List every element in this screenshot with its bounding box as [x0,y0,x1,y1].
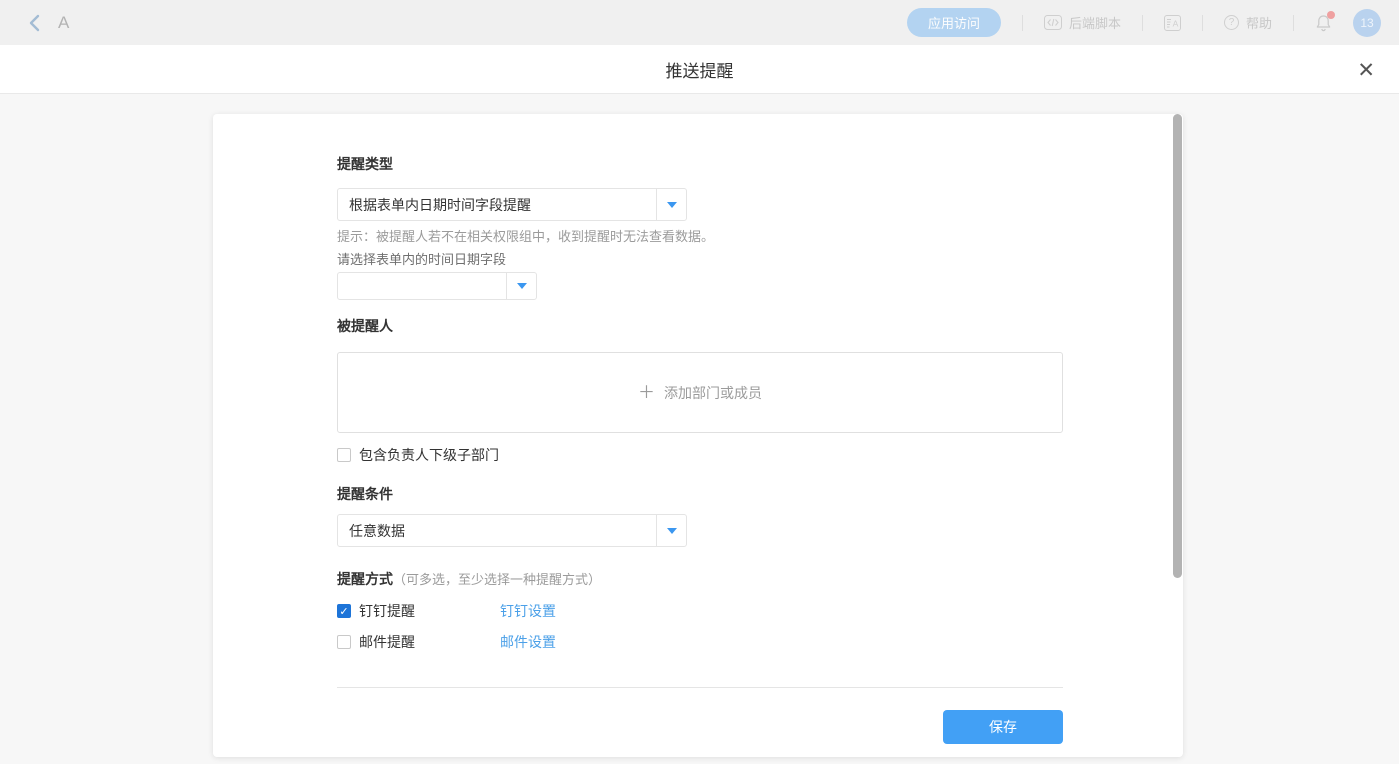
footer-divider [337,687,1063,688]
code-icon [1044,15,1062,30]
date-field-select[interactable] [337,272,537,300]
settings-card: 提醒类型 根据表单内日期时间字段提醒 提示：被提醒人若不在相关权限组中，收到提醒… [213,114,1183,757]
method-label: 提醒方式 [337,569,393,589]
topbar-divider [1142,15,1143,31]
method-header: 提醒方式 （可多选，至少选择一种提醒方式） [337,569,1063,589]
chevron-down-icon [667,528,677,534]
method-option-email: ✓ 邮件提醒 邮件设置 [337,632,1063,652]
condition-label: 提醒条件 [337,484,1063,504]
condition-arrow[interactable] [656,515,686,546]
scrollbar-thumb[interactable] [1173,114,1182,578]
push-reminder-settings-page: { "topbar": { "app_initial": "A", "app_a… [0,0,1399,764]
topbar-divider [1022,15,1023,31]
app-title: A [58,13,69,33]
footer: 保存 [337,710,1063,744]
backend-script-button[interactable]: 后端脚本 [1044,13,1121,32]
back-button[interactable] [28,14,40,32]
translate-button[interactable]: A [1164,15,1181,31]
dingtalk-label: 钉钉提醒 [359,601,415,621]
reminder-type-label: 提醒类型 [337,154,1063,174]
add-member-button[interactable]: ＋ 添加部门或成员 [337,352,1063,433]
include-subdept-option[interactable]: ✓ 包含负责人下级子部门 [337,445,1063,465]
include-subdept-checkbox[interactable]: ✓ [337,448,351,462]
back-chevron-icon [28,14,40,32]
date-field-label: 请选择表单内的时间日期字段 [337,251,1063,269]
modal-header: 推送提醒 ✕ [0,45,1399,94]
chevron-down-icon [517,283,527,289]
condition-value: 任意数据 [338,515,656,546]
avatar[interactable]: 13 [1353,9,1381,37]
translate-icon: A [1164,15,1181,31]
chevron-down-icon [667,202,677,208]
save-button[interactable]: 保存 [943,710,1063,744]
help-label: 帮助 [1246,13,1272,32]
close-icon[interactable]: ✕ [1357,45,1375,94]
date-field-arrow[interactable] [506,273,536,299]
include-subdept-label: 包含负责人下级子部门 [359,445,499,465]
check-icon: ✓ [339,606,348,617]
date-field-value [338,273,506,299]
condition-select[interactable]: 任意数据 [337,514,687,547]
help-icon: ? [1224,15,1239,30]
reminder-type-value: 根据表单内日期时间字段提醒 [338,189,656,220]
help-button[interactable]: ? 帮助 [1224,13,1272,32]
topbar: A 应用访问 后端脚本 A ? [0,0,1399,45]
svg-text:A: A [1173,18,1179,28]
notifications-button[interactable] [1315,14,1332,32]
page-title: 推送提醒 [0,45,1399,94]
topbar-divider [1202,15,1203,31]
dingtalk-checkbox[interactable]: ✓ [337,604,351,618]
dingtalk-settings-link[interactable]: 钉钉设置 [500,601,556,621]
dingtalk-option[interactable]: ✓ 钉钉提醒 [337,601,500,621]
backend-script-label: 后端脚本 [1069,13,1121,32]
method-option-dingtalk: ✓ 钉钉提醒 钉钉设置 [337,601,1063,621]
topbar-divider [1293,15,1294,31]
method-note: （可多选，至少选择一种提醒方式） [393,569,601,588]
reminder-type-arrow[interactable] [656,189,686,220]
reminder-type-select[interactable]: 根据表单内日期时间字段提醒 [337,188,687,221]
plus-icon: ＋ [638,384,655,401]
email-settings-link[interactable]: 邮件设置 [500,632,556,652]
reminder-type-hint: 提示：被提醒人若不在相关权限组中，收到提醒时无法查看数据。 [337,228,1063,246]
add-member-label: 添加部门或成员 [664,383,762,403]
app-access-button[interactable]: 应用访问 [907,8,1001,37]
reminded-people-label: 被提醒人 [337,316,1063,336]
email-checkbox[interactable]: ✓ [337,635,351,649]
email-label: 邮件提醒 [359,632,415,652]
settings-form: 提醒类型 根据表单内日期时间字段提醒 提示：被提醒人若不在相关权限组中，收到提醒… [337,114,1063,744]
email-option[interactable]: ✓ 邮件提醒 [337,632,500,652]
notification-badge [1327,11,1335,19]
